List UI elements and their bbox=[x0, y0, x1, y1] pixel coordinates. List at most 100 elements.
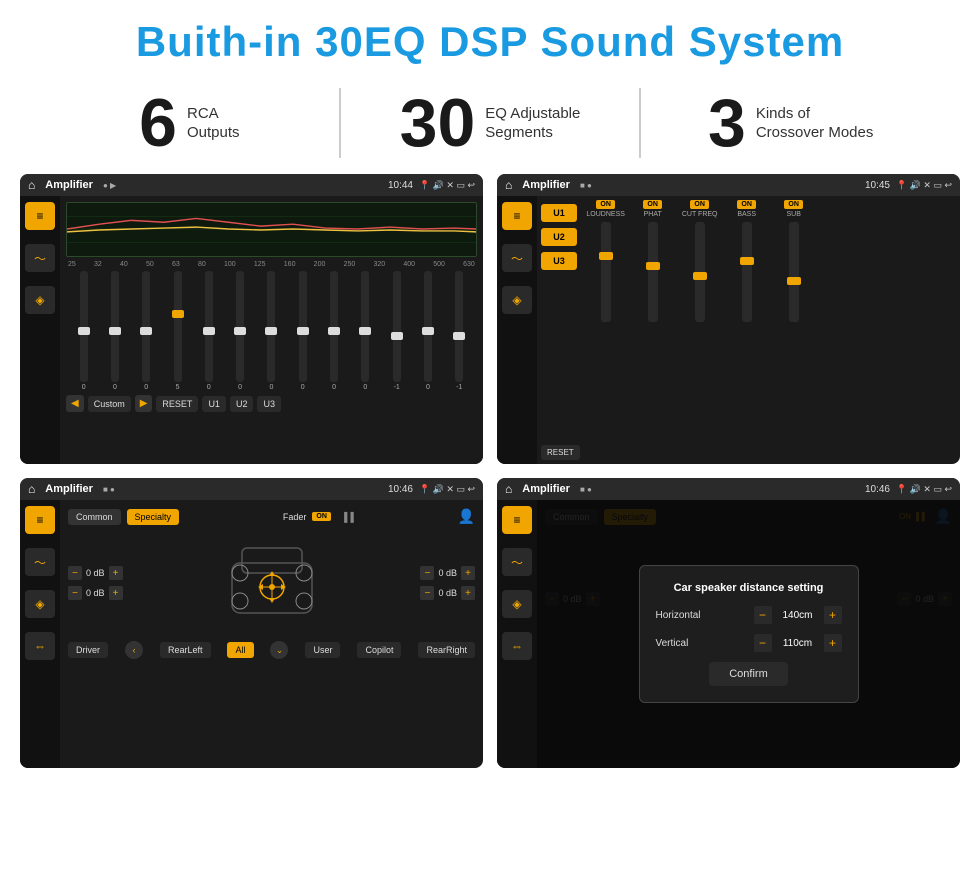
vertical-value: 110cm bbox=[778, 638, 818, 649]
screen4-icons: 📍 🔊 ✕ ▭ ↩ bbox=[896, 484, 952, 495]
wave-icon[interactable]: 〜 bbox=[25, 244, 55, 272]
eq-u3-btn[interactable]: U3 bbox=[257, 396, 281, 412]
eq-custom-btn[interactable]: Custom bbox=[88, 396, 131, 412]
slider-track-11[interactable] bbox=[424, 271, 432, 382]
slider-track-3[interactable] bbox=[174, 271, 182, 382]
amp-eq-icon[interactable]: ≡ bbox=[502, 202, 532, 230]
fader-arrow-icon[interactable]: ⇔ bbox=[25, 632, 55, 660]
screen3-dots: ■ ● bbox=[103, 485, 115, 494]
profile-icon[interactable]: 👤 bbox=[458, 508, 475, 525]
s4-speaker-icon[interactable]: ◈ bbox=[502, 590, 532, 618]
freq-labels: 2532405063 80100125160200 25032040050063… bbox=[66, 261, 477, 268]
stats-row: 6 RCAOutputs 30 EQ AdjustableSegments 3 … bbox=[0, 78, 980, 174]
bass-on: ON bbox=[737, 200, 756, 209]
sub-slider[interactable] bbox=[789, 222, 799, 322]
eq-u1-btn[interactable]: U1 bbox=[202, 396, 226, 412]
db-plus-3[interactable]: + bbox=[461, 566, 475, 580]
stat-eq-number: 30 bbox=[400, 89, 476, 157]
slider-7: 0 bbox=[299, 271, 307, 391]
db-plus-2[interactable]: + bbox=[109, 586, 123, 600]
db-minus-3[interactable]: − bbox=[420, 566, 434, 580]
slider-5: 0 bbox=[236, 271, 244, 391]
slider-track-6[interactable] bbox=[267, 271, 275, 382]
s4-arrow-icon[interactable]: ⇔ bbox=[502, 632, 532, 660]
db-plus-4[interactable]: + bbox=[461, 586, 475, 600]
db-minus-1[interactable]: − bbox=[68, 566, 82, 580]
user-btn[interactable]: User bbox=[305, 642, 340, 658]
phat-slider[interactable] bbox=[648, 222, 658, 322]
screen4-main: Common Specialty ON ▐▐ 👤 −0 dB+ bbox=[537, 500, 960, 768]
eq-icon[interactable]: ≡ bbox=[25, 202, 55, 230]
db-minus-2[interactable]: − bbox=[68, 586, 82, 600]
stat-rca-number: 6 bbox=[139, 89, 177, 157]
db-val-2: 0 dB bbox=[86, 588, 105, 598]
car-diagram bbox=[131, 533, 413, 633]
slider-1: 0 bbox=[111, 271, 119, 391]
slider-track-7[interactable] bbox=[299, 271, 307, 382]
home-icon-1[interactable]: ⌂ bbox=[28, 178, 35, 192]
fader-speaker-icon[interactable]: ◈ bbox=[25, 590, 55, 618]
chevron-left-btn[interactable]: ‹ bbox=[125, 641, 143, 659]
preset-u1[interactable]: U1 bbox=[541, 204, 577, 222]
vertical-minus-btn[interactable]: − bbox=[754, 634, 772, 652]
vertical-plus-btn[interactable]: + bbox=[824, 634, 842, 652]
home-icon-2[interactable]: ⌂ bbox=[505, 178, 512, 192]
eq-reset-btn[interactable]: RESET bbox=[156, 396, 198, 412]
left-icons-1: ≡ 〜 ◈ bbox=[20, 196, 60, 464]
sub-group: ON SUB bbox=[772, 200, 816, 460]
fader-wave-icon[interactable]: 〜 bbox=[25, 548, 55, 576]
slider-track-8[interactable] bbox=[330, 271, 338, 382]
slider-track-1[interactable] bbox=[111, 271, 119, 382]
rearright-btn[interactable]: RearRight bbox=[418, 642, 475, 658]
copilot-btn[interactable]: Copilot bbox=[357, 642, 401, 658]
slider-track-12[interactable] bbox=[455, 271, 463, 382]
eq-prev-btn[interactable]: ◀ bbox=[66, 395, 84, 412]
stat-eq-label: EQ AdjustableSegments bbox=[485, 104, 580, 143]
confirm-button[interactable]: Confirm bbox=[709, 662, 788, 686]
db-plus-1[interactable]: + bbox=[109, 566, 123, 580]
horizontal-plus-btn[interactable]: + bbox=[824, 606, 842, 624]
fader-body: − 0 dB + − 0 dB + bbox=[68, 533, 475, 633]
driver-btn[interactable]: Driver bbox=[68, 642, 108, 658]
chevron-down-btn[interactable]: ⌄ bbox=[270, 641, 288, 659]
bass-slider[interactable] bbox=[742, 222, 752, 322]
stat-divider-1 bbox=[339, 88, 341, 158]
sliders-row: 0 0 0 5 0 bbox=[66, 271, 477, 391]
speaker-icon[interactable]: ◈ bbox=[25, 286, 55, 314]
slider-2: 0 bbox=[142, 271, 150, 391]
stat-divider-2 bbox=[639, 88, 641, 158]
preset-u3[interactable]: U3 bbox=[541, 252, 577, 270]
amp-speaker-icon[interactable]: ◈ bbox=[502, 286, 532, 314]
sub-on: ON bbox=[784, 200, 803, 209]
rearleft-btn[interactable]: RearLeft bbox=[160, 642, 211, 658]
fader-bottom: Driver ‹ RearLeft All ⌄ User Copilot Rea… bbox=[68, 641, 475, 659]
tab-common[interactable]: Common bbox=[68, 509, 121, 525]
stat-crossover-label: Kinds ofCrossover Modes bbox=[756, 104, 874, 143]
amp-wave-icon[interactable]: 〜 bbox=[502, 244, 532, 272]
preset-u2[interactable]: U2 bbox=[541, 228, 577, 246]
dialog-title: Car speaker distance setting bbox=[656, 582, 842, 594]
eq-u2-btn[interactable]: U2 bbox=[230, 396, 254, 412]
fader-eq-icon[interactable]: ≡ bbox=[25, 506, 55, 534]
slider-track-5[interactable] bbox=[236, 271, 244, 382]
db-minus-4[interactable]: − bbox=[420, 586, 434, 600]
slider-track-0[interactable] bbox=[80, 271, 88, 382]
all-btn[interactable]: All bbox=[227, 642, 253, 658]
s4-wave-icon[interactable]: 〜 bbox=[502, 548, 532, 576]
slider-track-4[interactable] bbox=[205, 271, 213, 382]
loudness-on: ON bbox=[596, 200, 615, 209]
screen1-title: Amplifier bbox=[45, 179, 93, 191]
s4-eq-icon[interactable]: ≡ bbox=[502, 506, 532, 534]
home-icon-4[interactable]: ⌂ bbox=[505, 482, 512, 496]
cutfreq-slider[interactable] bbox=[695, 222, 705, 322]
horizontal-minus-btn[interactable]: − bbox=[754, 606, 772, 624]
loudness-slider[interactable] bbox=[601, 222, 611, 322]
amp-reset-btn[interactable]: RESET bbox=[541, 445, 580, 460]
slider-track-10[interactable] bbox=[393, 271, 401, 382]
tab-specialty[interactable]: Specialty bbox=[127, 509, 180, 525]
slider-track-9[interactable] bbox=[361, 271, 369, 382]
home-icon-3[interactable]: ⌂ bbox=[28, 482, 35, 496]
db-row-3: − 0 dB + bbox=[420, 566, 475, 580]
slider-track-2[interactable] bbox=[142, 271, 150, 382]
eq-next-btn[interactable]: ▶ bbox=[135, 395, 153, 412]
